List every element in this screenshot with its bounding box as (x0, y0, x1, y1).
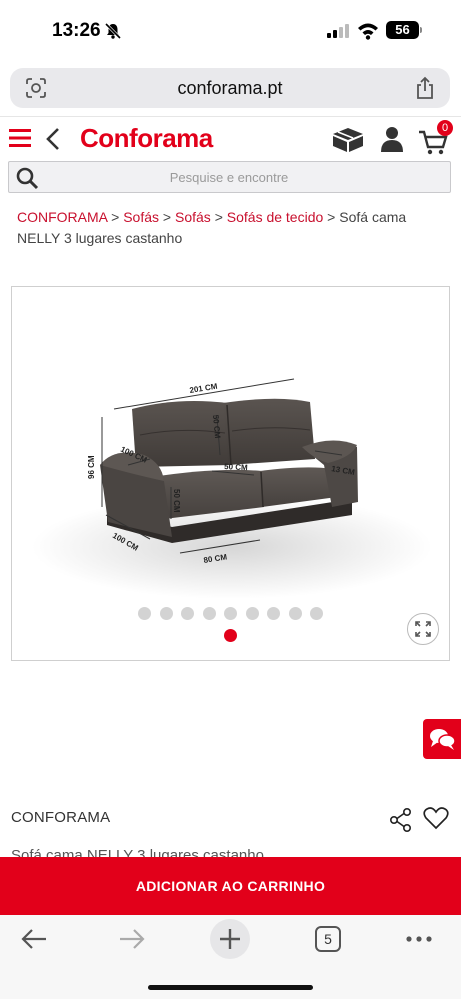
url-text[interactable]: conforama.pt (10, 78, 450, 99)
chat-icon (430, 729, 456, 750)
product-brand[interactable]: CONFORAMA (11, 809, 110, 826)
address-bar[interactable]: conforama.pt (10, 68, 450, 108)
share-icon[interactable] (414, 76, 436, 100)
battery-tip (420, 27, 422, 33)
wifi-icon (358, 23, 378, 40)
breadcrumb-link-sofas[interactable]: Sofás (123, 209, 159, 225)
breadcrumb-separator: > (327, 209, 336, 225)
add-to-cart-button[interactable]: ADICIONAR AO CARRINHO (0, 857, 461, 915)
gallery-dot[interactable] (202, 607, 216, 620)
search-input[interactable] (49, 165, 409, 189)
breadcrumb: CONFORAMA > Sofás > Sofás > Sofás de tec… (17, 207, 451, 249)
account-icon[interactable] (380, 125, 404, 153)
bell-off-icon (104, 22, 122, 40)
breadcrumb-link-fabric-sofas[interactable]: Sofás de tecido (227, 209, 324, 225)
gallery-dot[interactable] (267, 607, 280, 620)
breadcrumb-link-home[interactable]: CONFORAMA (17, 209, 107, 225)
home-indicator (148, 985, 313, 990)
signal-icon (327, 24, 349, 38)
gallery-dot[interactable] (138, 607, 151, 620)
gallery-dot[interactable] (310, 607, 323, 620)
search-bar[interactable] (8, 161, 451, 193)
browser-back-icon[interactable] (20, 927, 48, 951)
conforama-logo[interactable]: Conforama (80, 123, 213, 154)
hamburger-menu-icon[interactable] (8, 127, 32, 149)
browser-toolbar: 5 (0, 915, 461, 999)
breadcrumb-link-sofas-sub[interactable]: Sofás (175, 209, 211, 225)
dimension-height-label: 96 CM (87, 455, 96, 479)
site-header: Conforama (0, 116, 461, 160)
sofa-product-image[interactable]: 201 CM 96 CM 100 CM 80 CM 50 CM 50 CM 50… (32, 347, 432, 617)
breadcrumb-separator: > (111, 209, 120, 225)
product-image-gallery[interactable]: 201 CM 96 CM 100 CM 80 CM 50 CM 50 CM 50… (11, 286, 450, 661)
tabs-button[interactable]: 5 (315, 926, 341, 952)
dimension-seat-depth-label: 50 CM (224, 462, 248, 472)
chat-button[interactable] (423, 719, 461, 759)
plus-icon (220, 929, 240, 949)
browser-forward-icon[interactable] (118, 927, 146, 951)
gallery-dot[interactable] (181, 607, 194, 620)
back-chevron-icon[interactable] (44, 127, 62, 151)
gallery-dot[interactable] (245, 607, 259, 620)
share-product-icon[interactable] (389, 807, 413, 833)
breadcrumb-separator: > (214, 209, 223, 225)
gallery-dot[interactable] (159, 607, 173, 620)
status-time: 13:26 (52, 20, 101, 41)
breadcrumb-separator: > (162, 209, 172, 225)
dimension-width-label: 201 CM (189, 382, 218, 395)
fullscreen-button[interactable] (407, 613, 439, 645)
new-tab-button[interactable] (210, 919, 250, 959)
dimension-seat-height-label: 50 CM (172, 489, 181, 513)
gallery-dot[interactable] (288, 607, 302, 620)
search-icon[interactable] (15, 166, 39, 190)
gallery-dot-active[interactable] (224, 629, 237, 642)
favorite-heart-icon[interactable] (423, 806, 449, 830)
battery-indicator: 56 (386, 21, 419, 39)
delivery-box-icon[interactable] (330, 125, 366, 153)
more-options-icon[interactable] (404, 929, 434, 949)
expand-icon (415, 621, 431, 637)
gallery-dot[interactable] (224, 607, 237, 620)
status-bar: 13:26 56 (0, 0, 461, 62)
cart-count-badge[interactable]: 0 (437, 120, 453, 136)
